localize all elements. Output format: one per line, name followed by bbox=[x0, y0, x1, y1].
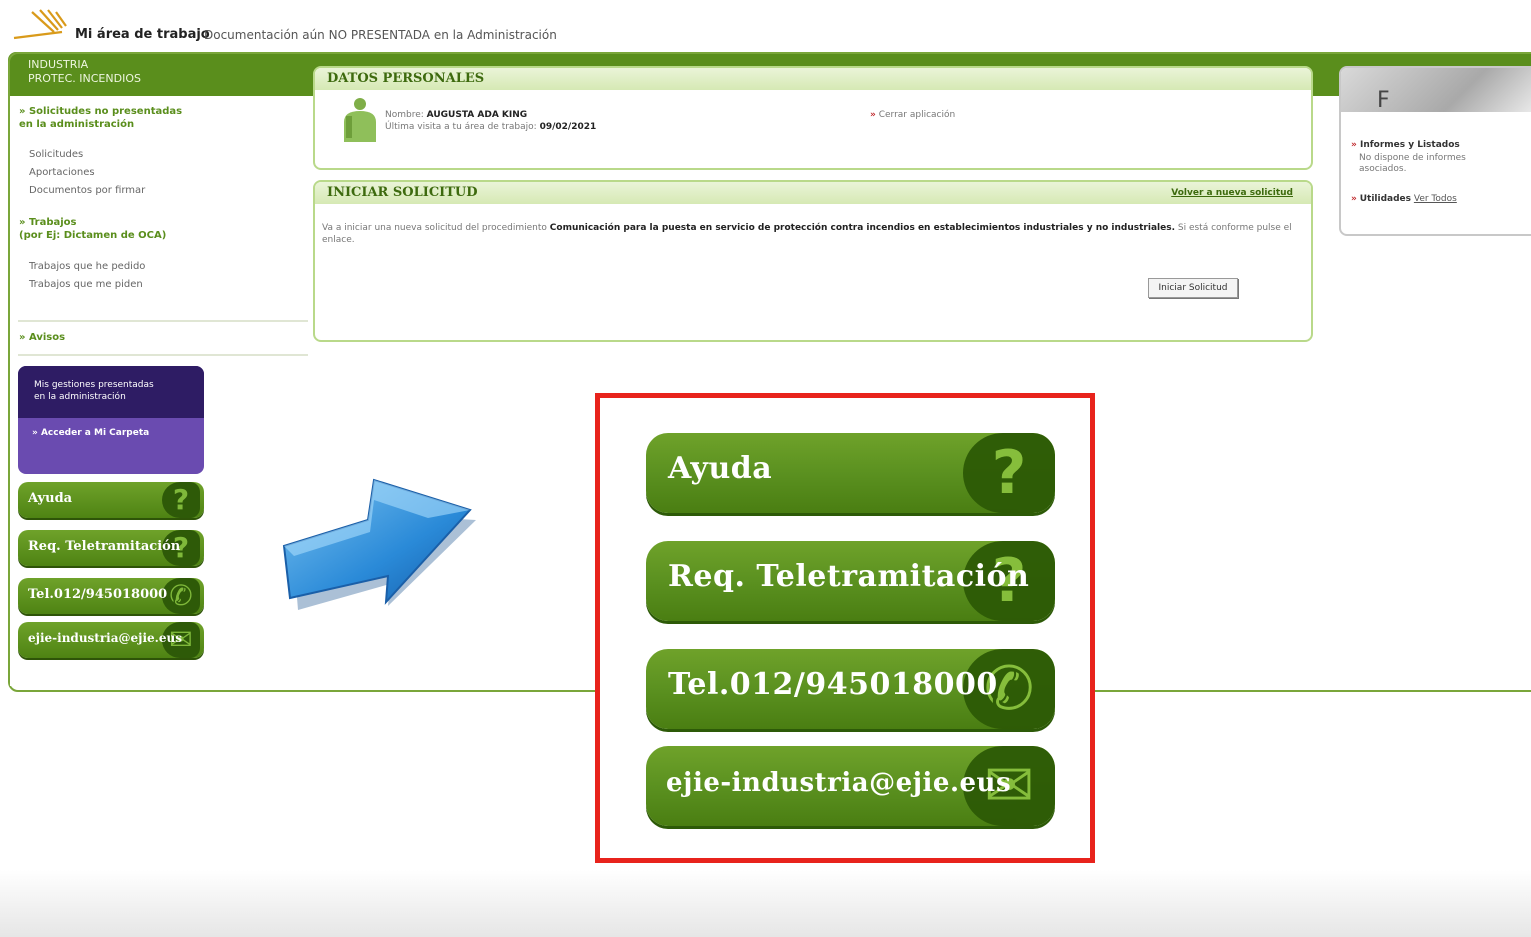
link-trabajos-piden[interactable]: Trabajos que me piden bbox=[29, 276, 145, 294]
section-title: INDUSTRIA PROTEC. INCENDIOS bbox=[28, 58, 141, 85]
arrow-icon bbox=[282, 478, 476, 610]
link-documentos-por-firmar[interactable]: Documentos por firmar bbox=[29, 182, 145, 200]
procedimiento-name: Comunicación para la puesta en servicio … bbox=[549, 223, 1175, 233]
ayuda-button[interactable]: Ayuda ? bbox=[18, 482, 204, 518]
zoom-req-teletramitacion-button[interactable]: ? Req. Teletramitación bbox=[646, 541, 1055, 621]
req-teletramitacion-button[interactable]: ? Req. Teletramitación bbox=[18, 530, 204, 566]
informes-label: Informes y Listados bbox=[1359, 140, 1460, 150]
informes-title: » Informes y Listados bbox=[1351, 140, 1460, 150]
phone-icon: ✆ bbox=[162, 578, 200, 614]
cerrar-label: Cerrar aplicación bbox=[878, 110, 956, 120]
iniciar-solicitud-button[interactable]: Iniciar Solicitud bbox=[1148, 278, 1238, 298]
datos-personales-title: DATOS PERSONALES bbox=[327, 71, 485, 86]
link-trabajos-pedido[interactable]: Trabajos que he pedido bbox=[29, 258, 145, 276]
group1-list: Solicitudes Aportaciones Documentos por … bbox=[29, 146, 145, 200]
link-solicitudes[interactable]: Solicitudes bbox=[29, 146, 145, 164]
informes-text: No dispone de informes asociados. bbox=[1359, 153, 1466, 174]
link-aportaciones[interactable]: Aportaciones bbox=[29, 164, 145, 182]
link-solicitudes-no-presentadas[interactable]: » Solicitudes no presentadas en la admin… bbox=[19, 105, 182, 131]
divider bbox=[18, 320, 308, 322]
link-trabajos[interactable]: » Trabajos (por Ej: Dictamen de OCA) bbox=[19, 216, 166, 242]
raquo-icon: » bbox=[1351, 140, 1357, 150]
panel-header: DATOS PERSONALES bbox=[315, 68, 1311, 90]
help-icon: ? bbox=[963, 433, 1055, 513]
zoom-req-label: Req. Teletramitación bbox=[668, 559, 1030, 594]
zoom-email-button[interactable]: ✉ ejie-industria@ejie.eus bbox=[646, 746, 1055, 826]
informes-panel: F » Informes y Listados No dispone de in… bbox=[1339, 66, 1531, 236]
iniciar-text-pre: Va a iniciar una nueva solicitud del pro… bbox=[322, 223, 547, 233]
utilidades-label: Utilidades bbox=[1359, 194, 1411, 204]
visita-row: Última visita a tu área de trabajo: 09/0… bbox=[385, 122, 596, 132]
mi-carpeta-box: Mis gestiones presentadas en la administ… bbox=[18, 366, 204, 474]
ver-todos-link[interactable]: Ver Todos bbox=[1414, 194, 1457, 204]
zoom-email-label: ejie-industria@ejie.eus bbox=[666, 768, 1012, 798]
visita-label: Última visita a tu área de trabajo: bbox=[385, 122, 537, 132]
nombre-label: Nombre: bbox=[385, 110, 424, 120]
page-title: Mi área de trabajo bbox=[75, 27, 210, 42]
telefono-label: Tel.012/945018000 bbox=[28, 587, 168, 602]
zoom-ayuda-button[interactable]: Ayuda ? bbox=[646, 433, 1055, 513]
header-image: F bbox=[1341, 68, 1531, 113]
visita-value: 09/02/2021 bbox=[539, 122, 597, 132]
logo-icon bbox=[13, 9, 67, 40]
iniciar-solicitud-title: INICIAR SOLICITUD bbox=[327, 185, 478, 200]
page-subtitle: Documentación aún NO PRESENTADA en la Ad… bbox=[204, 28, 557, 42]
email-button[interactable]: ✉ ejie-industria@ejie.eus bbox=[18, 622, 204, 658]
nombre-row: Nombre: AUGUSTA ADA KING bbox=[385, 110, 527, 120]
cerrar-aplicacion-link[interactable]: » Cerrar aplicación bbox=[870, 110, 955, 120]
mis-gestiones-text: Mis gestiones presentadas en la administ… bbox=[34, 380, 154, 402]
iniciar-solicitud-panel: INICIAR SOLICITUD Volver a nueva solicit… bbox=[313, 180, 1313, 342]
ayuda-label: Ayuda bbox=[28, 491, 73, 506]
zoom-ayuda-label: Ayuda bbox=[668, 451, 773, 486]
zoom-telefono-label: Tel.012/945018000 bbox=[668, 667, 998, 702]
acceder-mi-carpeta-link[interactable]: » Acceder a Mi Carpeta bbox=[32, 428, 149, 438]
raquo-icon: » bbox=[1351, 194, 1357, 204]
nombre-value: AUGUSTA ADA KING bbox=[426, 110, 528, 120]
link-avisos[interactable]: » Avisos bbox=[19, 331, 65, 344]
iniciar-text: Va a iniciar una nueva solicitud del pro… bbox=[322, 222, 1292, 246]
divider bbox=[18, 354, 308, 356]
telefono-button[interactable]: ✆ Tel.012/945018000 bbox=[18, 578, 204, 614]
utilidades-row: » Utilidades Ver Todos bbox=[1351, 194, 1457, 204]
group2-list: Trabajos que he pedido Trabajos que me p… bbox=[29, 258, 145, 294]
person-icon bbox=[344, 98, 376, 142]
help-icon: ? bbox=[162, 482, 200, 518]
image-letter: F bbox=[1377, 88, 1390, 113]
panel-header: INICIAR SOLICITUD Volver a nueva solicit… bbox=[315, 182, 1311, 204]
req-label: Req. Teletramitación bbox=[28, 539, 181, 554]
bottom-fade bbox=[0, 870, 1531, 937]
volver-nueva-solicitud-link[interactable]: Volver a nueva solicitud bbox=[1171, 188, 1293, 198]
raquo-icon: » bbox=[870, 110, 876, 120]
email-label: ejie-industria@ejie.eus bbox=[28, 631, 182, 645]
zoom-telefono-button[interactable]: ✆ Tel.012/945018000 bbox=[646, 649, 1055, 729]
